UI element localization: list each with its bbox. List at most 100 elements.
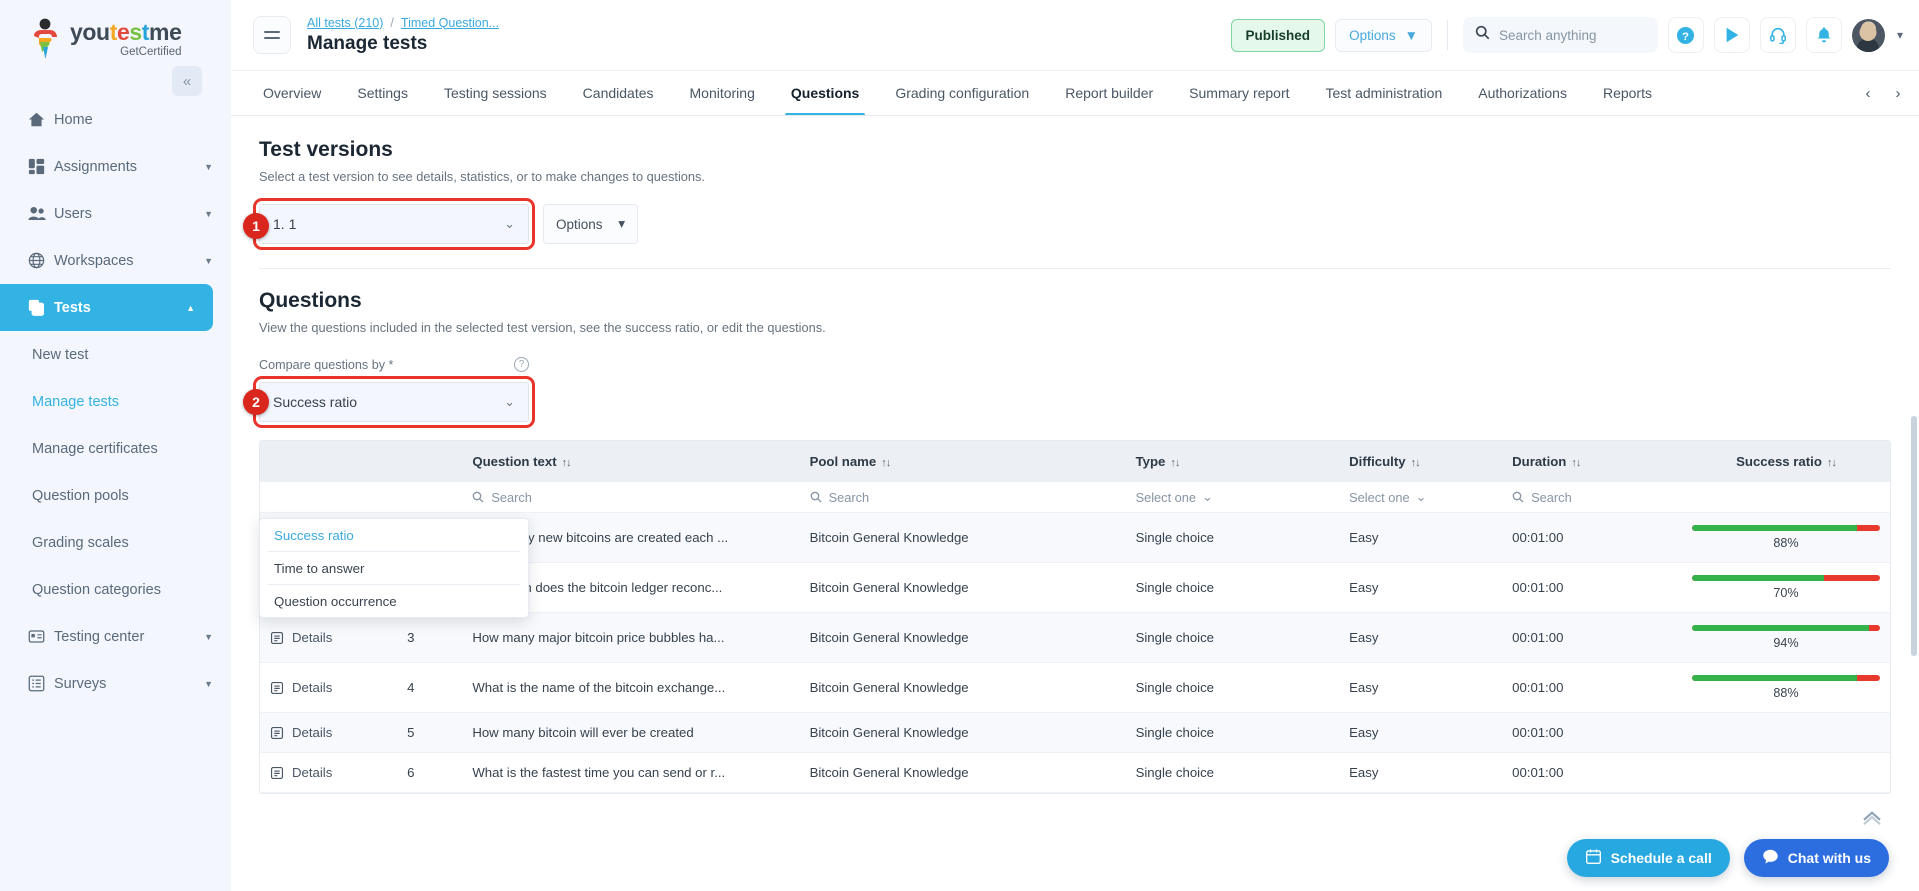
filter-question-text[interactable]: Search: [462, 482, 799, 513]
questions-heading: Questions: [259, 289, 1891, 313]
dropdown-option-question-occurrence[interactable]: Question occurrence: [260, 585, 528, 617]
sidebar-subitem-question-categories[interactable]: Question categories: [0, 566, 231, 613]
dropdown-option-success-ratio[interactable]: Success ratio: [260, 519, 528, 551]
sidebar-subitem-manage-tests[interactable]: Manage tests: [0, 378, 231, 425]
chevron-down-icon[interactable]: ▾: [1897, 28, 1903, 42]
sidebar-subitem-question-pools[interactable]: Question pools: [0, 472, 231, 519]
hamburger-icon[interactable]: [253, 16, 291, 54]
test-version-select[interactable]: 1. 1 ⌄: [259, 204, 529, 244]
filter-type[interactable]: Select one⌄: [1126, 482, 1340, 513]
row-difficulty: Easy: [1339, 663, 1502, 713]
sidebar-subitem-new-test[interactable]: New test: [0, 331, 231, 378]
row-type: Single choice: [1126, 613, 1340, 663]
row-pool-name: Bitcoin General Knowledge: [800, 613, 1126, 663]
compare-questions-select[interactable]: Success ratio ⌄: [259, 382, 529, 422]
col-difficulty[interactable]: Difficulty↑↓: [1339, 441, 1502, 482]
brand-name: youtestme: [70, 21, 182, 44]
options-button[interactable]: Options ▼: [1335, 19, 1432, 52]
sidebar: youtestme GetCertified « Home Assignment…: [0, 0, 231, 891]
filter-pool-name[interactable]: Search: [800, 482, 1126, 513]
chat-with-us-button[interactable]: Chat with us: [1744, 839, 1889, 877]
sidebar-subitem-manage-certificates[interactable]: Manage certificates: [0, 425, 231, 472]
schedule-a-call-button[interactable]: Schedule a call: [1567, 839, 1730, 877]
row-difficulty: Easy: [1339, 513, 1502, 563]
compare-questions-dropdown[interactable]: Success ratio Time to answer Question oc…: [259, 518, 529, 618]
tab-test-administration[interactable]: Test administration: [1308, 71, 1461, 115]
sidebar-item-tests[interactable]: Tests ▲: [0, 284, 213, 331]
tab-candidates[interactable]: Candidates: [565, 71, 672, 115]
col-duration[interactable]: Duration↑↓: [1502, 441, 1682, 482]
chevron-down-icon: ⌄: [1416, 489, 1427, 505]
brand-part-t: t: [110, 19, 117, 45]
table-row[interactable]: Details 3 How many major bitcoin price b…: [260, 613, 1890, 663]
sidebar-item-home[interactable]: Home: [0, 96, 231, 143]
filter-number: [397, 482, 462, 513]
search-icon: [1512, 491, 1524, 503]
sidebar-item-assignments[interactable]: Assignments ▼: [0, 143, 231, 190]
table-row[interactable]: Details 4 What is the name of the bitcoi…: [260, 663, 1890, 713]
row-number: 5: [397, 713, 462, 753]
col-success-ratio[interactable]: Success ratio↑↓: [1682, 441, 1890, 482]
row-details-cell[interactable]: Details: [260, 613, 397, 663]
breadcrumb-all-tests[interactable]: All tests (210): [307, 16, 383, 30]
chevron-left-icon[interactable]: ‹: [1855, 80, 1881, 106]
test-version-controls: 1 1. 1 ⌄ Options ▾: [259, 204, 1891, 244]
tab-authorizations[interactable]: Authorizations: [1460, 71, 1585, 115]
sidebar-item-label: Surveys: [54, 676, 204, 692]
page-scrollbar[interactable]: [1911, 416, 1917, 656]
help-icon[interactable]: ?: [1668, 17, 1704, 53]
tab-settings[interactable]: Settings: [339, 71, 426, 115]
bell-icon[interactable]: [1806, 17, 1842, 53]
sidebar-subitem-grading-scales[interactable]: Grading scales: [0, 519, 231, 566]
headset-icon[interactable]: [1760, 17, 1796, 53]
col-pool-name[interactable]: Pool name↑↓: [800, 441, 1126, 482]
sidebar-item-label: Testing center: [54, 629, 204, 645]
details-label: Details: [292, 765, 332, 780]
version-options-button[interactable]: Options ▾: [543, 204, 638, 244]
col-type[interactable]: Type↑↓: [1126, 441, 1340, 482]
tab-report-builder[interactable]: Report builder: [1047, 71, 1171, 115]
test-versions-section: Test versions Select a test version to s…: [231, 138, 1919, 422]
play-icon[interactable]: [1714, 17, 1750, 53]
tab-grading-configuration[interactable]: Grading configuration: [877, 71, 1047, 115]
chevrons-left-icon[interactable]: «: [172, 66, 202, 96]
row-duration: 00:01:00: [1502, 563, 1682, 613]
status-badge[interactable]: Published: [1231, 19, 1326, 52]
row-details-cell[interactable]: Details: [260, 713, 397, 753]
breadcrumb-current-test[interactable]: Timed Question...: [401, 16, 499, 30]
globe-icon: [28, 252, 54, 269]
details-label: Details: [292, 725, 332, 740]
col-question-text[interactable]: Question text↑↓: [462, 441, 799, 482]
dropdown-option-time-to-answer[interactable]: Time to answer: [260, 552, 528, 584]
sidebar-item-workspaces[interactable]: Workspaces ▼: [0, 237, 231, 284]
table-row[interactable]: Details 5 How many bitcoin will ever be …: [260, 713, 1890, 753]
question-mark-icon[interactable]: ?: [514, 357, 529, 372]
breadcrumb: All tests (210) / Timed Question...: [307, 16, 499, 30]
tab-questions[interactable]: Questions: [773, 71, 877, 115]
tabs-arrows: ‹ ›: [1847, 71, 1919, 115]
search-input[interactable]: Search anything: [1463, 17, 1658, 53]
sidebar-item-testing-center[interactable]: Testing center ▼: [0, 613, 231, 660]
chat-with-us-label: Chat with us: [1788, 850, 1871, 866]
section-divider: [259, 268, 1891, 269]
tab-reports[interactable]: Reports: [1585, 71, 1670, 115]
sidebar-item-surveys[interactable]: Surveys ▼: [0, 660, 231, 707]
success-ratio-bar: [1692, 675, 1880, 681]
row-details-cell[interactable]: Details: [260, 663, 397, 713]
success-ratio-bar: [1692, 575, 1880, 581]
chevron-right-icon[interactable]: ›: [1885, 80, 1911, 106]
calendar-icon: [1585, 848, 1602, 868]
row-details-cell[interactable]: Details: [260, 753, 397, 793]
filter-difficulty[interactable]: Select one⌄: [1339, 482, 1502, 513]
sidebar-item-users[interactable]: Users ▼: [0, 190, 231, 237]
table-row[interactable]: Details 6 What is the fastest time you c…: [260, 753, 1890, 793]
tab-monitoring[interactable]: Monitoring: [672, 71, 773, 115]
tab-overview[interactable]: Overview: [245, 71, 339, 115]
chevron-up-icon[interactable]: [1861, 810, 1883, 831]
test-version-value: 1. 1: [273, 216, 296, 232]
filter-duration[interactable]: Search: [1502, 482, 1682, 513]
chevron-down-icon: ⌄: [1202, 489, 1213, 505]
tab-summary-report[interactable]: Summary report: [1171, 71, 1307, 115]
avatar[interactable]: [1852, 19, 1885, 52]
tab-testing-sessions[interactable]: Testing sessions: [426, 71, 565, 115]
